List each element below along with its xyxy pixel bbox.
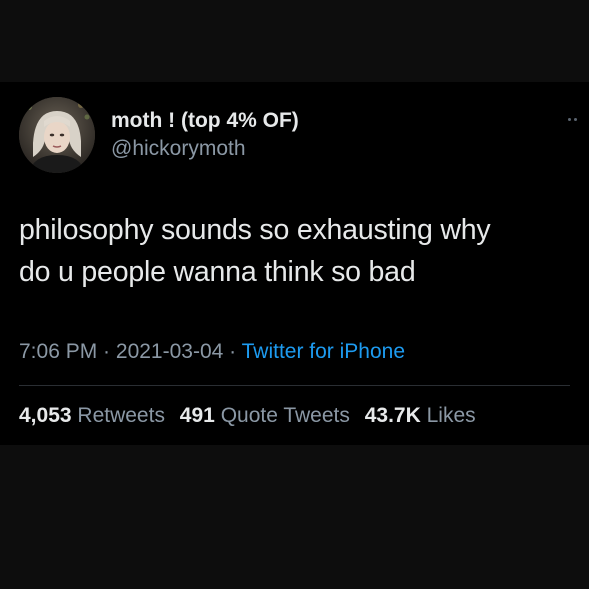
screenshot-frame: moth ! (top 4% OF) @hickorymoth philosop… — [0, 0, 589, 589]
more-options-icon[interactable] — [568, 118, 586, 124]
tweet-date[interactable]: 2021-03-04 — [116, 340, 223, 363]
meta-separator: · — [223, 340, 242, 363]
likes-count: 43.7K — [364, 404, 421, 427]
avatar[interactable] — [19, 97, 95, 173]
quote-tweets-label: Quote Tweets — [220, 404, 350, 427]
tweet-text-line: do u people wanna think so bad — [19, 256, 416, 288]
tweet-time[interactable]: 7:06 PM — [19, 340, 97, 363]
likes-label: Likes — [426, 404, 476, 427]
quote-tweets-stat[interactable]: 491 Quote Tweets — [180, 404, 350, 427]
retweets-label: Retweets — [77, 404, 165, 427]
retweets-stat[interactable]: 4,053 Retweets — [19, 404, 165, 427]
quote-tweets-count: 491 — [179, 404, 215, 427]
display-name[interactable]: moth ! (top 4% OF) — [111, 109, 299, 133]
handle[interactable]: @hickorymoth — [111, 137, 246, 161]
tweet-text-line: philosophy sounds so exhausting why — [19, 214, 491, 246]
tweet-stats: 4,053 Retweets 491 Quote Tweets 43.7K Li… — [19, 404, 476, 428]
avatar-image — [19, 97, 95, 173]
dot — [568, 118, 571, 121]
bottom-letterbox — [0, 445, 589, 589]
tweet-meta: 7:06 PM · 2021-03-04 · Twitter for iPhon… — [19, 340, 405, 364]
likes-stat[interactable]: 43.7K Likes — [365, 404, 476, 427]
tweet-text: philosophy sounds so exhausting why do u… — [19, 209, 574, 293]
top-letterbox — [0, 0, 589, 82]
divider — [19, 385, 570, 386]
tweet-source-link[interactable]: Twitter for iPhone — [242, 340, 405, 363]
dot — [574, 118, 577, 121]
meta-separator: · — [97, 340, 116, 363]
retweets-count: 4,053 — [19, 404, 72, 427]
